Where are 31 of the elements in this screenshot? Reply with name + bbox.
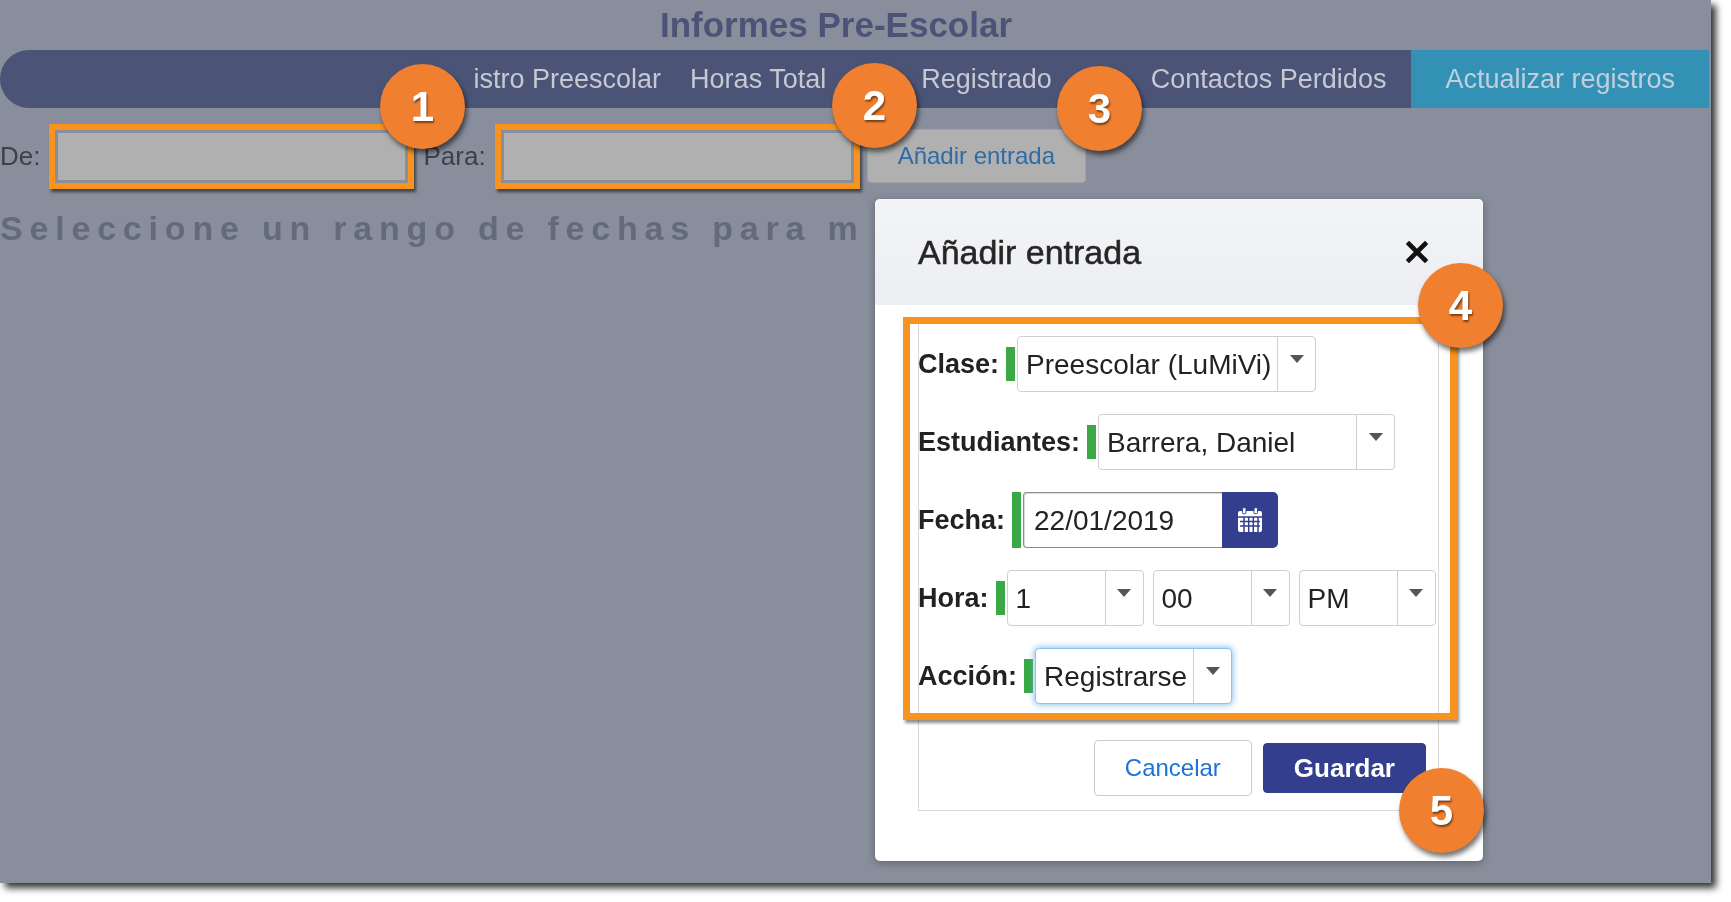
- nav-tab[interactable]: Horas Total: [686, 50, 831, 108]
- dropdown[interactable]: 00: [1152, 570, 1290, 626]
- dropdown[interactable]: PM: [1298, 570, 1436, 626]
- field-label: Hora:: [918, 582, 989, 614]
- page-title: Informes Pre-Escolar: [659, 5, 1013, 44]
- caret-icon: [1117, 589, 1131, 597]
- caret-icon: [1205, 667, 1220, 675]
- close-icon[interactable]: [1406, 241, 1428, 263]
- dialog-title: Añadir entrada: [918, 232, 1142, 272]
- calendar-icon: [1237, 507, 1264, 533]
- field-label: Clase:: [918, 348, 1000, 380]
- field-label: De:: [0, 140, 41, 172]
- save-button[interactable]: Guardar: [1262, 743, 1426, 793]
- field-label: Fecha:: [918, 504, 1006, 536]
- dropdown[interactable]: Preescolar (LuMiVi): [1017, 336, 1317, 392]
- dropdown[interactable]: Barrera, Daniel: [1098, 414, 1396, 470]
- caret-icon: [1263, 589, 1277, 597]
- caret-icon: [1409, 589, 1423, 597]
- field-label: Acción:: [918, 660, 1017, 692]
- field-label: Estudiantes:: [918, 426, 1081, 458]
- cancel-button[interactable]: Cancelar: [1093, 740, 1252, 796]
- input-field[interactable]: [58, 132, 406, 180]
- dropdown[interactable]: 1: [1006, 570, 1144, 626]
- input-field[interactable]: [503, 132, 851, 180]
- caret-icon: [1368, 433, 1383, 441]
- nav-tab[interactable]: Contactos Perdidos: [1146, 50, 1391, 108]
- calendar-button[interactable]: [1222, 492, 1279, 548]
- nav-tab[interactable]: istro Preescolar: [469, 50, 666, 108]
- dropdown[interactable]: Registrarse: [1035, 648, 1233, 704]
- nav-tab[interactable]: Registrado: [917, 50, 1056, 108]
- caret-icon: [1289, 355, 1304, 363]
